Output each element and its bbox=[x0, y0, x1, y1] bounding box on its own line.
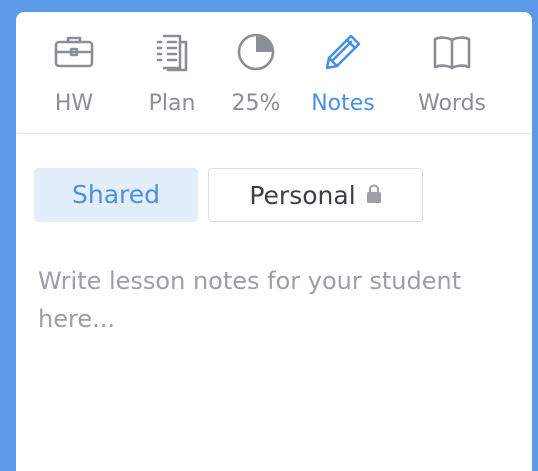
briefcase-icon bbox=[52, 30, 96, 74]
tab-words[interactable]: Words bbox=[404, 12, 500, 133]
panel-tab-bar: HW Plan 25% Notes Words bbox=[16, 12, 532, 134]
tab-plan-label: Plan bbox=[148, 91, 196, 116]
pencil-icon bbox=[321, 30, 365, 74]
tab-homework-label: HW bbox=[54, 91, 94, 116]
progress-wedge bbox=[256, 35, 273, 52]
tab-plan[interactable]: Plan bbox=[134, 12, 210, 133]
tab-words-label: Words bbox=[417, 91, 486, 116]
lesson-notes-input[interactable] bbox=[38, 262, 508, 452]
tab-homework[interactable]: HW bbox=[44, 12, 104, 133]
lesson-side-panel: HW Plan 25% Notes Words Shared Personal … bbox=[16, 12, 532, 471]
lock-icon bbox=[366, 184, 382, 204]
document-list-icon bbox=[150, 30, 194, 74]
shared-notes-toggle[interactable]: Shared bbox=[34, 168, 198, 222]
shared-toggle-label: Shared bbox=[71, 180, 160, 209]
personal-notes-toggle[interactable]: Personal bbox=[208, 168, 423, 222]
progress-pie-icon bbox=[234, 30, 278, 74]
tab-notes-label: Notes bbox=[311, 91, 375, 116]
tab-progress[interactable]: 25% bbox=[218, 12, 294, 133]
personal-toggle-label: Personal bbox=[249, 181, 356, 210]
tab-progress-label: 25% bbox=[231, 91, 281, 116]
tab-notes[interactable]: Notes bbox=[300, 12, 386, 133]
book-icon bbox=[430, 30, 474, 74]
